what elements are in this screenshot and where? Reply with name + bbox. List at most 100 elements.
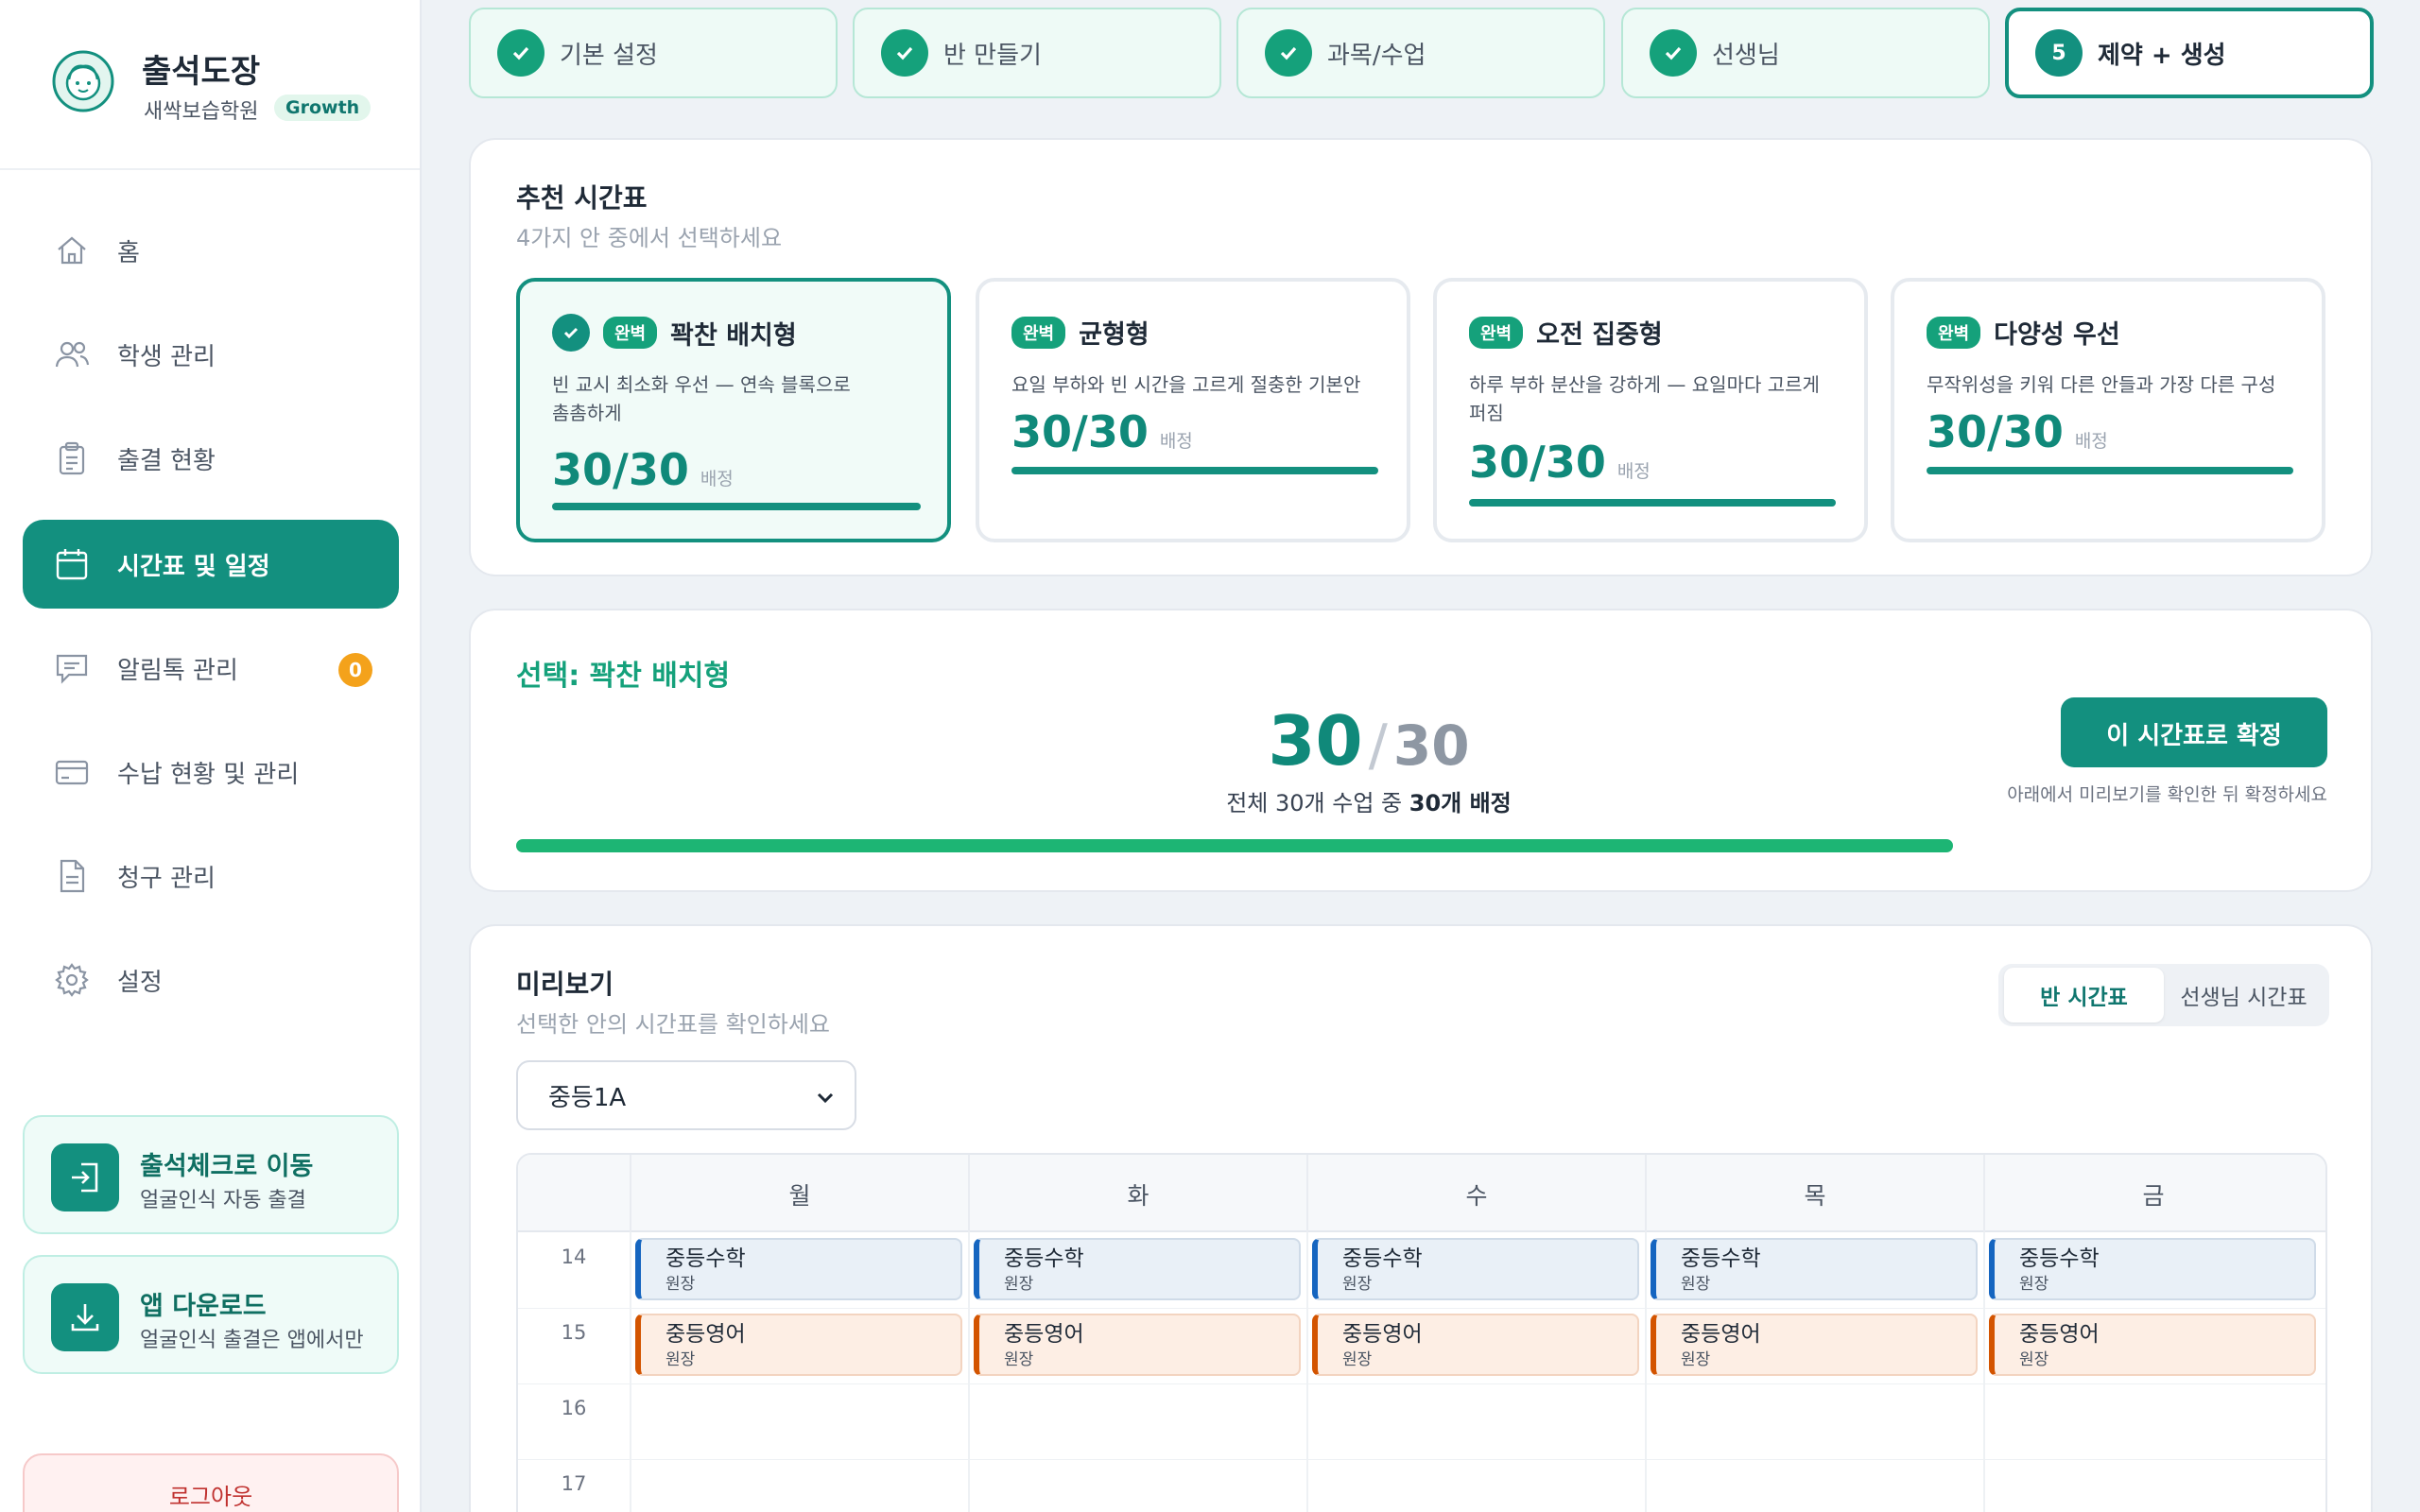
- lesson-block[interactable]: 중등수학 원장: [1312, 1238, 1639, 1300]
- description-line: 요일 부하와 빈 시간을 고르게 절충한 기본안: [1011, 373, 1361, 396]
- score-unit: 배정: [1159, 431, 1193, 452]
- message-icon: [51, 647, 93, 689]
- lesson-subject: 중등영어: [666, 1322, 746, 1347]
- option-balanced[interactable]: 완벽 균형형 요일 부하와 빈 시간을 고르게 절충한 기본안 30/30 배정: [976, 278, 1410, 542]
- sidebar-item-home[interactable]: 홈: [23, 206, 399, 295]
- sidebar-item-settings[interactable]: 설정: [23, 936, 399, 1024]
- grid-line: [1645, 1232, 1647, 1512]
- divider: [0, 168, 420, 170]
- sidebar-item-notifications[interactable]: 알림톡 관리 0: [23, 624, 399, 713]
- grid-line: [518, 1308, 2325, 1309]
- sidebar-item-students[interactable]: 학생 관리: [23, 310, 399, 399]
- promo-subtitle: 얼굴인식 출결은 앱에서만: [140, 1329, 364, 1352]
- lesson-block[interactable]: 중등영어원장: [1651, 1314, 1978, 1376]
- gear-icon: [51, 959, 93, 1001]
- timetable-grid: 월 화 수 목 금 14 15 16 17 중등수학 원장 중등수학 원장 중등수학 원장…: [516, 1153, 2327, 1512]
- promo-subtitle: 얼굴인식 자동 출결: [140, 1189, 306, 1212]
- lesson-block[interactable]: 중등영어 원장: [974, 1314, 1301, 1376]
- logout-button[interactable]: 로그아웃: [23, 1453, 399, 1512]
- lesson-teacher: 원장: [666, 1275, 696, 1294]
- recommended-timetables-card: 추천 시간표 4가지 안 중에서 선택하세요 완벽 꽉찬 배치형 빈 교시 최소…: [469, 138, 2373, 576]
- step-teachers[interactable]: 선생님: [1621, 8, 1990, 98]
- sidebar-item-payments[interactable]: 수납 현황 및 관리: [23, 728, 399, 816]
- lesson-block[interactable]: 중등영어 원장: [635, 1314, 962, 1376]
- description-line: 퍼짐: [1469, 402, 1504, 424]
- class-select[interactable]: 중등1A: [516, 1060, 856, 1130]
- assignment-count: 30/30: [1132, 701, 1605, 781]
- step-label: 과목/수업: [1327, 41, 1426, 70]
- perfect-badge: 완벽: [1011, 316, 1066, 349]
- description-line: 하루 부하 분산을 강하게 — 요일마다 고르게: [1469, 373, 1820, 396]
- grid-line: [1306, 1232, 1308, 1512]
- lesson-block[interactable]: 중등수학 원장: [1989, 1238, 2316, 1300]
- day-header: 월: [630, 1155, 968, 1232]
- lesson-block[interactable]: 중등수학 원장: [974, 1238, 1301, 1300]
- option-score: 30/30 배정: [1927, 406, 2108, 457]
- credit-card-icon: [51, 751, 93, 793]
- grid-line: [630, 1232, 631, 1512]
- tab-class-timetable[interactable]: 반 시간표: [2004, 968, 2164, 1022]
- hour-label: 14: [561, 1246, 587, 1268]
- option-name: 균형형: [1079, 320, 1150, 350]
- sidebar-item-label: 수납 현황 및 관리: [117, 760, 300, 789]
- option-progress-bar: [552, 503, 921, 510]
- document-icon: [51, 855, 93, 897]
- tab-teacher-timetable[interactable]: 선생님 시간표: [2164, 968, 2324, 1022]
- sidebar-item-attendance[interactable]: 출결 현황: [23, 414, 399, 503]
- notification-count-badge: 0: [338, 653, 372, 687]
- assignment-summary-text: 전체 30개 수업 중 30개 배정: [1038, 784, 1700, 817]
- step-basic-settings[interactable]: 기본 설정: [469, 8, 838, 98]
- option-compact[interactable]: 완벽 꽉찬 배치형 빈 교시 최소화 우선 — 연속 블록으로 촘촘하게 30/…: [516, 278, 951, 542]
- lesson-block[interactable]: 중등수학 원장: [1651, 1238, 1978, 1300]
- plan-badge: Growth: [274, 94, 372, 121]
- app-download-button[interactable]: 앱 다운로드 얼굴인식 출결은 앱에서만: [23, 1255, 399, 1374]
- brand[interactable]: 출석도장 새싹보습학원 Growth: [51, 45, 410, 124]
- lesson-subject: 중등영어: [1342, 1322, 1423, 1347]
- hour-label: 17: [561, 1472, 587, 1495]
- lesson-teacher: 원장: [2019, 1275, 2049, 1294]
- lesson-block[interactable]: 중등영어 원장: [1312, 1314, 1639, 1376]
- description-line: 무작위성을 키워 다른 안들과 가장 다른 구성: [1927, 373, 2276, 396]
- step-create-class[interactable]: 반 만들기: [853, 8, 1221, 98]
- score-unit: 배정: [700, 469, 734, 490]
- go-to-attendance-check-button[interactable]: 출석체크로 이동 얼굴인식 자동 출결: [23, 1115, 399, 1234]
- description-line: 빈 교시 최소화 우선 — 연속 블록으로: [552, 373, 851, 396]
- hour-label: 16: [561, 1397, 587, 1419]
- score-value: 30/30: [1011, 406, 1149, 457]
- step-subjects[interactable]: 과목/수업: [1236, 8, 1605, 98]
- promo-title: 출석체크로 이동: [140, 1152, 314, 1181]
- step-label: 제약 + 생성: [2098, 41, 2226, 70]
- lesson-teacher: 원장: [1681, 1275, 1711, 1294]
- perfect-badge: 완벽: [1927, 316, 1981, 349]
- step-constraints-generate[interactable]: 5 제약 + 생성: [2005, 8, 2374, 98]
- step-number: 5: [2035, 29, 2083, 77]
- option-score: 30/30 배정: [1011, 406, 1193, 457]
- option-diversity[interactable]: 완벽 다양성 우선 무작위성을 키워 다른 안들과 가장 다른 구성 30/30…: [1891, 278, 2325, 542]
- lesson-subject: 중등영어: [1681, 1322, 1761, 1347]
- lesson-block[interactable]: 중등수학 원장: [635, 1238, 962, 1300]
- lesson-block[interactable]: 중등영어 원장: [1989, 1314, 2316, 1376]
- academy-name: 새싹보습학원: [144, 100, 259, 124]
- check-icon: [552, 314, 590, 352]
- clipboard-icon: [51, 438, 93, 479]
- sidebar-item-label: 출결 현황: [117, 446, 216, 475]
- sidebar-item-label: 청구 관리: [117, 864, 216, 893]
- download-icon: [51, 1283, 119, 1351]
- lesson-subject: 중등영어: [2019, 1322, 2100, 1347]
- slash: /: [1368, 713, 1388, 779]
- summary-bold: 30개 배정: [1409, 790, 1512, 816]
- check-icon: [881, 29, 928, 77]
- option-morning[interactable]: 완벽 오전 집중형 하루 부하 분산을 강하게 — 요일마다 고르게 퍼짐 30…: [1433, 278, 1868, 542]
- grid-line: [1983, 1232, 1985, 1512]
- sidebar-item-billing[interactable]: 청구 관리: [23, 832, 399, 920]
- total-count: 30: [1392, 713, 1470, 778]
- grid-line: [518, 1459, 2325, 1460]
- lesson-teacher: 원장: [1681, 1350, 1711, 1369]
- score-value: 30/30: [552, 444, 689, 495]
- selected-option-label: 선택: 꽉찬 배치형: [516, 660, 731, 693]
- home-icon: [51, 230, 93, 271]
- option-description: 빈 교시 최소화 우선 — 연속 블록으로 촘촘하게: [552, 370, 851, 427]
- progress-fill: [516, 839, 1953, 852]
- confirm-timetable-button[interactable]: 이 시간표로 확정: [2061, 697, 2327, 767]
- sidebar-item-schedule[interactable]: 시간표 및 일정: [23, 520, 399, 609]
